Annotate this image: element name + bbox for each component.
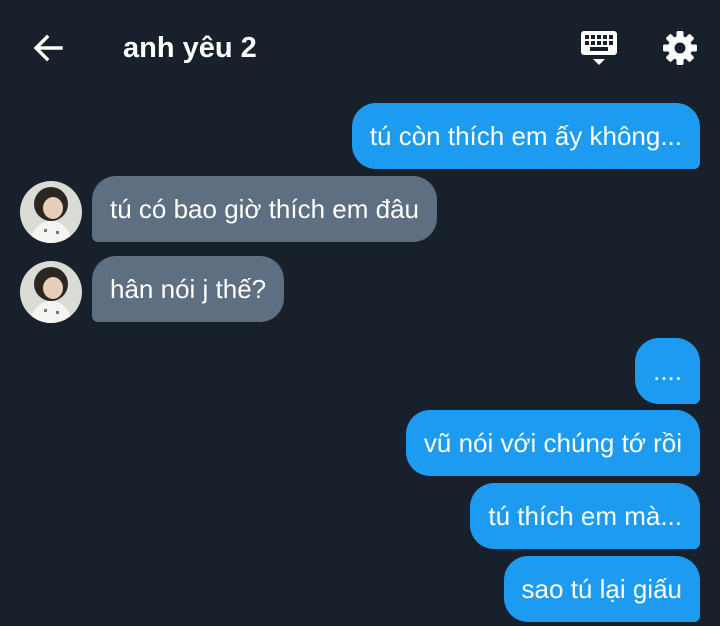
conversation-title: anh yêu 2 (123, 32, 257, 64)
message-bubble-received[interactable]: tú có bao giờ thích em đâu (92, 176, 438, 242)
avatar-image (20, 181, 82, 243)
keyboard-button[interactable] (578, 28, 620, 70)
settings-button[interactable] (660, 28, 700, 68)
message-bubble-sent[interactable]: tú thích em mà... (470, 483, 700, 549)
gear-icon (663, 31, 697, 65)
arrow-left-icon (33, 34, 63, 62)
message-bubble-sent[interactable]: tú còn thích em ấy không... (351, 103, 700, 169)
message-bubble-sent[interactable]: vũ nói với chúng tớ rồi (405, 410, 700, 476)
avatar[interactable] (20, 261, 82, 323)
conversation-header: anh yêu 2 (0, 0, 720, 96)
message-bubble-sent[interactable]: .... (635, 338, 700, 404)
message-bubble-received[interactable]: hân nói j thế? (92, 256, 285, 322)
back-button[interactable] (28, 28, 68, 68)
avatar[interactable] (20, 181, 82, 243)
keyboard-icon (581, 31, 617, 65)
message-bubble-sent[interactable]: sao tú lại giấu (503, 556, 700, 622)
avatar-image (20, 261, 82, 323)
